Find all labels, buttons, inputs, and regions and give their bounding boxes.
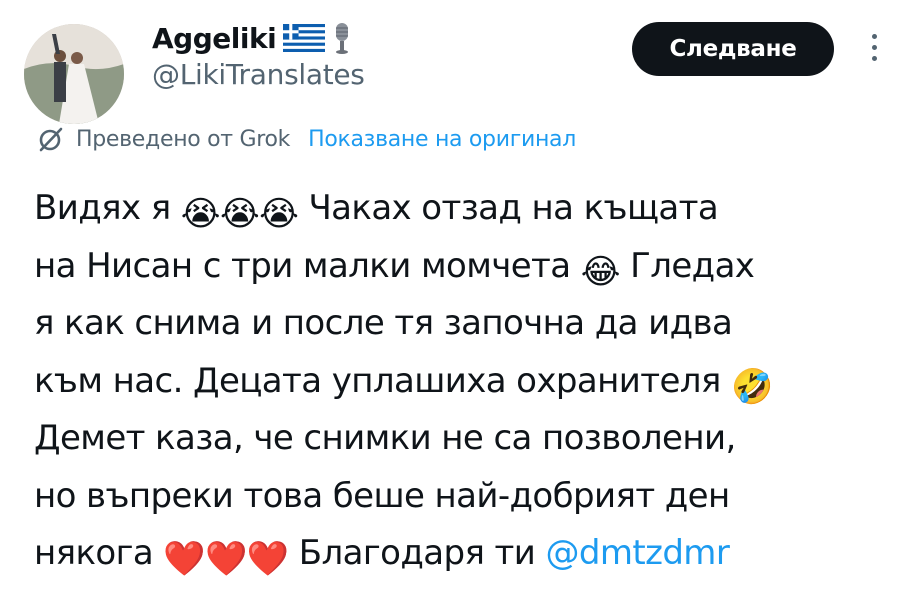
microphone-icon (336, 23, 349, 54)
tweet-text-segment: Чаках отзад на къщата (308, 188, 719, 228)
loudly-crying-face-icon: 😭 (219, 194, 260, 234)
author-display-name[interactable]: Aggeliki (152, 22, 277, 55)
tweet-text-segment: Видях я (34, 188, 171, 228)
red-heart-icon: ❤️ (205, 539, 247, 579)
tears-of-joy-icon: 😂 (580, 251, 621, 292)
author-handle[interactable]: @LikiTranslates (152, 58, 365, 91)
author-name-row: Aggeliki (152, 18, 352, 58)
tweet-text-segment: Гледах (630, 245, 755, 286)
rolling-on-floor-laughing-icon: 🤣 (730, 366, 773, 407)
grok-icon (39, 127, 63, 152)
translation-bar: Преведено от Grok Показване на оригинал (36, 122, 576, 156)
tweet-line-4: към нас. Децата уплашиха охранителя 🤣 (34, 353, 894, 411)
tweet-text: Видях я 😭😭😭 Чаках отзад на къщата на Нис… (34, 180, 894, 583)
profile-avatar[interactable] (24, 24, 124, 124)
show-original-link[interactable]: Показване на оригинал (308, 127, 576, 152)
tweet-line-2: на Нисан с три малки момчета 😂 Гледах (34, 238, 894, 296)
tweet-line-7: някога ❤️❤️❤️ Благодаря ти @dmtzdmr (34, 525, 894, 583)
more-vertical-icon[interactable] (864, 30, 884, 72)
greece-flag-icon (283, 24, 326, 52)
tweet-line-5: Демет каза, че снимки не са позволени, (34, 418, 736, 458)
tweet-line-6: но въпреки това беше най-добрият ден (34, 475, 730, 516)
red-heart-icon: ❤️ (246, 539, 289, 579)
mention-link[interactable]: @dmtzdmr (545, 533, 729, 573)
tweet-line-3: я как снима и после тя започна да идва (34, 303, 733, 343)
loudly-crying-face-icon: 😭 (259, 194, 299, 234)
tweet-line-1: Видях я 😭😭😭 Чаках отзад на къщата (34, 180, 894, 238)
loudly-crying-face-icon: 😭 (180, 194, 221, 234)
follow-button[interactable]: Следване (632, 22, 834, 76)
translated-by-label: Преведено от Grok (76, 126, 291, 152)
red-heart-icon: ❤️ (163, 539, 206, 579)
tweet-text-segment: към нас. Децата уплашиха охранителя (34, 360, 721, 401)
avatar-wedding-photo (24, 24, 124, 124)
tweet-text-segment: на Нисан с три малки момчета (34, 245, 571, 286)
tweet-text-segment: Благодаря ти (298, 533, 536, 573)
tweet-text-segment: някога (34, 533, 154, 573)
